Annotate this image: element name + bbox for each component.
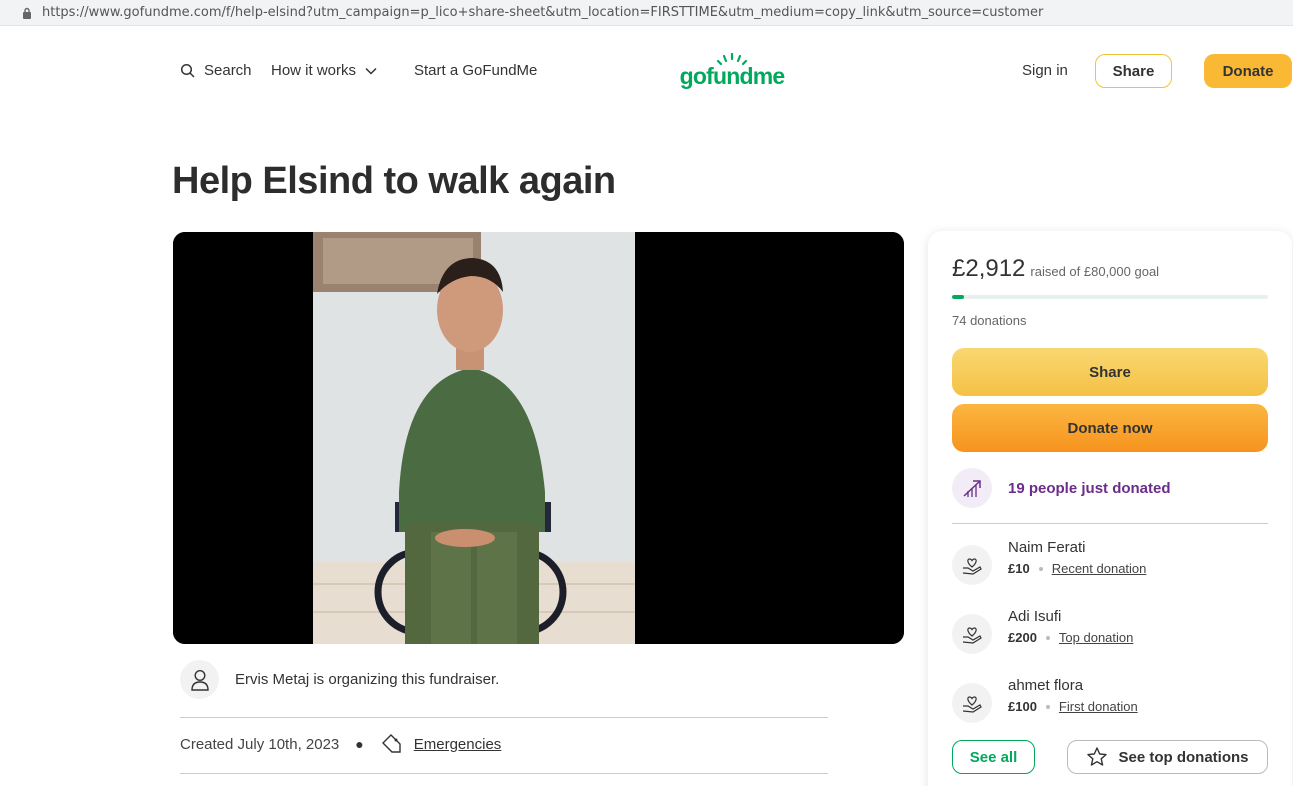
donor-info: Naim Ferati £10 Recent donation xyxy=(1008,539,1146,576)
raised-amount: £2,912 xyxy=(952,255,1026,282)
separator-dot xyxy=(1045,635,1050,640)
start-gofundme-label: Start a GoFundMe xyxy=(414,62,538,79)
divider xyxy=(180,773,828,774)
raised-summary: £2,912 raised of £80,000 goal xyxy=(952,255,1159,283)
separator-dot: ● xyxy=(355,736,364,752)
divider xyxy=(952,523,1268,524)
see-top-donations-label: See top donations xyxy=(1118,748,1249,766)
page-title: Help Elsind to walk again xyxy=(172,160,616,202)
trending-up-icon xyxy=(952,468,992,508)
sign-in-label: Sign in xyxy=(1022,62,1068,79)
donor-amount: £10 xyxy=(1008,561,1030,576)
donor-name: Naim Ferati xyxy=(1008,539,1086,556)
separator-dot xyxy=(1045,704,1050,709)
donor-info: ahmet flora £100 First donation xyxy=(1008,677,1138,714)
progress-bar xyxy=(952,295,1268,299)
search-label: Search xyxy=(204,62,252,79)
heart-hand-icon xyxy=(952,614,992,654)
donor-amount: £200 xyxy=(1008,630,1037,645)
donor-info: Adi Isufi £200 Top donation xyxy=(1008,608,1133,645)
heart-hand-icon xyxy=(952,545,992,585)
see-all-button[interactable]: See all xyxy=(952,740,1035,774)
donor-item: Adi Isufi £200 Top donation xyxy=(952,608,1133,654)
donation-type-link[interactable]: Recent donation xyxy=(1052,561,1147,576)
share-button[interactable]: Share xyxy=(952,348,1268,396)
person-icon xyxy=(190,669,209,691)
header-share-button[interactable]: Share xyxy=(1095,54,1172,88)
search-link[interactable]: Search xyxy=(180,62,252,79)
donor-name: ahmet flora xyxy=(1008,677,1084,694)
donor-name: Adi Isufi xyxy=(1008,608,1062,625)
donor-line: £10 Recent donation xyxy=(1008,561,1146,576)
gofundme-logo[interactable]: gofundme xyxy=(678,52,786,97)
trend-text: 19 people just donated xyxy=(1008,479,1171,497)
donation-type-link[interactable]: Top donation xyxy=(1059,630,1133,645)
browser-url-bar[interactable]: https://www.gofundme.com/f/help-elsind?u… xyxy=(0,0,1293,26)
campaign-photo[interactable] xyxy=(173,232,904,644)
star-icon xyxy=(1087,747,1108,766)
organizer-text: Ervis Metaj is organizing this fundraise… xyxy=(235,671,500,688)
donor-amount: £100 xyxy=(1008,699,1037,714)
donor-line: £200 Top donation xyxy=(1008,630,1133,645)
campaign-meta: Created July 10th, 2023 ● Emergencies xyxy=(180,732,501,756)
see-top-donations-button[interactable]: See top donations xyxy=(1067,740,1268,774)
url-text[interactable]: https://www.gofundme.com/f/help-elsind?u… xyxy=(42,5,1043,20)
logo-text: gofundme xyxy=(680,63,785,89)
heart-hand-icon xyxy=(952,683,992,723)
separator-dot xyxy=(1038,566,1043,571)
organizer-avatar[interactable] xyxy=(180,660,219,699)
sign-in-link[interactable]: Sign in xyxy=(1022,62,1068,79)
chevron-down-icon xyxy=(365,67,377,75)
lock-icon xyxy=(20,6,34,20)
donor-item: Naim Ferati £10 Recent donation xyxy=(952,539,1146,585)
header-donate-button[interactable]: Donate xyxy=(1204,54,1292,88)
search-icon xyxy=(180,63,195,78)
divider xyxy=(180,717,828,718)
category-link[interactable]: Emergencies xyxy=(414,736,502,753)
how-it-works-menu[interactable]: How it works xyxy=(271,62,378,79)
progress-fill xyxy=(952,295,964,299)
recent-donors-trend[interactable]: 19 people just donated xyxy=(952,468,1171,508)
tag-icon xyxy=(380,732,404,756)
organizer-row: Ervis Metaj is organizing this fundraise… xyxy=(180,660,499,699)
donations-count: 74 donations xyxy=(952,313,1027,328)
donation-card: £2,912 raised of £80,000 goal 74 donatio… xyxy=(928,231,1292,786)
goal-text: raised of £80,000 goal xyxy=(1030,264,1160,279)
campaign-photo-illustration xyxy=(173,232,904,644)
created-date: Created July 10th, 2023 xyxy=(180,735,340,753)
donor-item: ahmet flora £100 First donation xyxy=(952,677,1138,723)
donation-type-link[interactable]: First donation xyxy=(1059,699,1138,714)
donate-now-button[interactable]: Donate now xyxy=(952,404,1268,452)
how-it-works-label: How it works xyxy=(271,62,357,79)
donor-line: £100 First donation xyxy=(1008,699,1138,714)
start-gofundme-link[interactable]: Start a GoFundMe xyxy=(414,62,537,79)
